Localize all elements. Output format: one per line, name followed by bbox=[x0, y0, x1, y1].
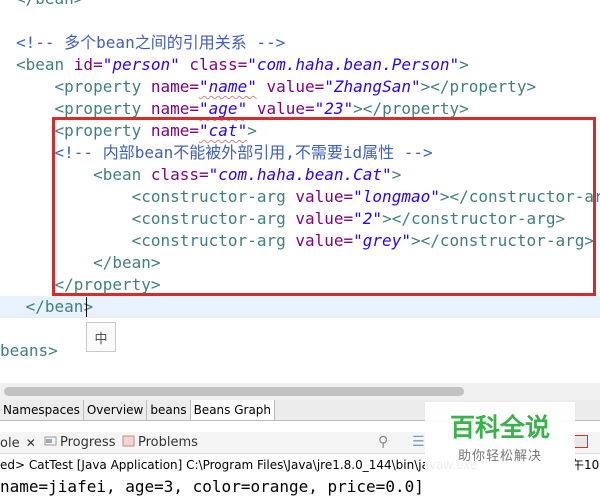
code-token: > bbox=[391, 165, 402, 184]
code-line: <property name="age" value="23"></proper… bbox=[0, 98, 469, 120]
code-token: value= bbox=[295, 209, 354, 228]
link-icon[interactable]: ⚲ bbox=[378, 434, 388, 450]
code-line: <bean id="person" class="com.haha.bean.P… bbox=[0, 54, 469, 76]
code-token: value= bbox=[295, 231, 354, 250]
code-token: <property bbox=[54, 99, 151, 118]
code-token: <property bbox=[54, 121, 151, 140]
code-line: <!-- 多个bean之间的引用关系 --> bbox=[0, 32, 285, 54]
progress-icon bbox=[44, 433, 57, 446]
code-token: <constructor-arg bbox=[131, 231, 296, 250]
code-token: > bbox=[459, 55, 469, 74]
code-line: beans> bbox=[0, 340, 58, 362]
code-token: ></property> bbox=[353, 99, 469, 118]
terminate-icon[interactable] bbox=[574, 435, 588, 448]
console-launch-info: ed> CatTest [Java Application] C:\Progra… bbox=[0, 458, 478, 472]
code-token: value= bbox=[295, 187, 354, 206]
tab-beans-graph[interactable]: Beans Graph bbox=[190, 400, 276, 420]
console-tab-label: ole bbox=[0, 436, 20, 451]
code-line: <property name="name" value="ZhangSan"><… bbox=[0, 76, 537, 98]
code-token: class= bbox=[150, 165, 209, 184]
code-line: <constructor-arg value="longmao"></const… bbox=[0, 186, 600, 208]
progress-tab-label: Progress bbox=[60, 435, 116, 450]
close-icon[interactable]: ✕ bbox=[26, 436, 36, 450]
console-time-suffix: 午10: bbox=[572, 455, 600, 475]
code-token: <!-- 多个bean之间的引用关系 --> bbox=[16, 33, 286, 52]
code-token: "23" bbox=[314, 99, 354, 118]
code-token: "cat" bbox=[199, 121, 248, 140]
code-token: <constructor-arg bbox=[131, 187, 296, 206]
code-line: <constructor-arg value="2"></constructor… bbox=[0, 208, 566, 230]
code-token: <constructor-arg bbox=[131, 209, 296, 228]
code-token: <property bbox=[54, 77, 151, 96]
baike-watermark-logo: 百科全说 助你轻松解决 bbox=[425, 402, 575, 474]
code-line: <!-- 内部bean不能被外部引用,不需要id属性 --> bbox=[0, 142, 433, 164]
code-token: ></constructor-arg> bbox=[410, 231, 594, 250]
code-token: "2" bbox=[353, 209, 383, 228]
code-line: </bean> bbox=[0, 0, 83, 10]
code-line-current: </bean> bbox=[0, 296, 600, 318]
horizontal-scrollbar[interactable] bbox=[0, 383, 600, 400]
code-token: value= bbox=[266, 77, 325, 96]
code-token: name= bbox=[150, 121, 200, 140]
problems-icon bbox=[122, 433, 135, 447]
code-line: </bean> bbox=[0, 252, 161, 274]
code-token: <bean bbox=[16, 55, 74, 74]
code-token: id= bbox=[73, 55, 103, 74]
tab-overview[interactable]: Overview bbox=[84, 400, 148, 420]
code-token: ></constructor-arg> bbox=[382, 209, 566, 228]
code-token: <bean bbox=[93, 165, 151, 184]
code-token: </property> bbox=[54, 275, 161, 294]
code-token: "com.haha.bean.Person" bbox=[247, 55, 460, 74]
tab-console[interactable]: ole ✕ bbox=[0, 432, 36, 454]
problems-tab-label: Problems bbox=[138, 435, 198, 450]
code-token: name= bbox=[150, 99, 200, 118]
code-token: beans> bbox=[0, 341, 58, 360]
code-token: </bean> bbox=[25, 297, 94, 316]
code-token: "grey" bbox=[353, 231, 411, 250]
watermark-subtitle: 助你轻松解决 bbox=[457, 449, 542, 464]
code-token: "com.haha.bean.Cat" bbox=[208, 165, 392, 184]
code-token: class= bbox=[189, 55, 248, 74]
code-token: </bean> bbox=[93, 253, 161, 272]
code-token: ></property> bbox=[420, 77, 537, 96]
code-token: </bean> bbox=[16, 0, 83, 8]
text-caret bbox=[86, 297, 87, 317]
watermark-title: 百科全说 bbox=[449, 413, 550, 442]
code-token: "name" bbox=[199, 77, 257, 96]
code-token: > bbox=[247, 121, 257, 140]
code-token: name= bbox=[150, 77, 200, 96]
code-line: <property name="cat"> bbox=[0, 120, 257, 142]
scrollbar-thumb[interactable] bbox=[4, 387, 464, 396]
code-token: "ZhangSan" bbox=[324, 77, 421, 96]
console-output[interactable]: name=jiafei, age=3, color=orange, price=… bbox=[0, 476, 600, 500]
tab-namespaces[interactable]: Namespaces bbox=[0, 400, 84, 420]
scroll-lock-icon[interactable]: ☰ bbox=[412, 434, 425, 450]
ime-indicator: 中 bbox=[86, 322, 116, 352]
code-line: <bean class="com.haha.bean.Cat"> bbox=[0, 164, 401, 186]
tab-problems[interactable]: Problems bbox=[122, 432, 198, 454]
tab-beans[interactable]: beans bbox=[147, 400, 191, 420]
code-token: ></constructor-arg> bbox=[439, 187, 600, 206]
code-token: "person" bbox=[102, 55, 180, 74]
code-line: <constructor-arg value="grey"></construc… bbox=[0, 230, 594, 252]
code-line: </property> bbox=[0, 274, 161, 296]
code-token: <!-- 内部bean不能被外部引用,不需要id属性 --> bbox=[54, 143, 433, 162]
code-token: "age" bbox=[199, 99, 248, 118]
tab-progress[interactable]: Progress bbox=[44, 432, 115, 454]
code-token: value= bbox=[256, 99, 315, 118]
code-token: "longmao" bbox=[353, 187, 440, 206]
